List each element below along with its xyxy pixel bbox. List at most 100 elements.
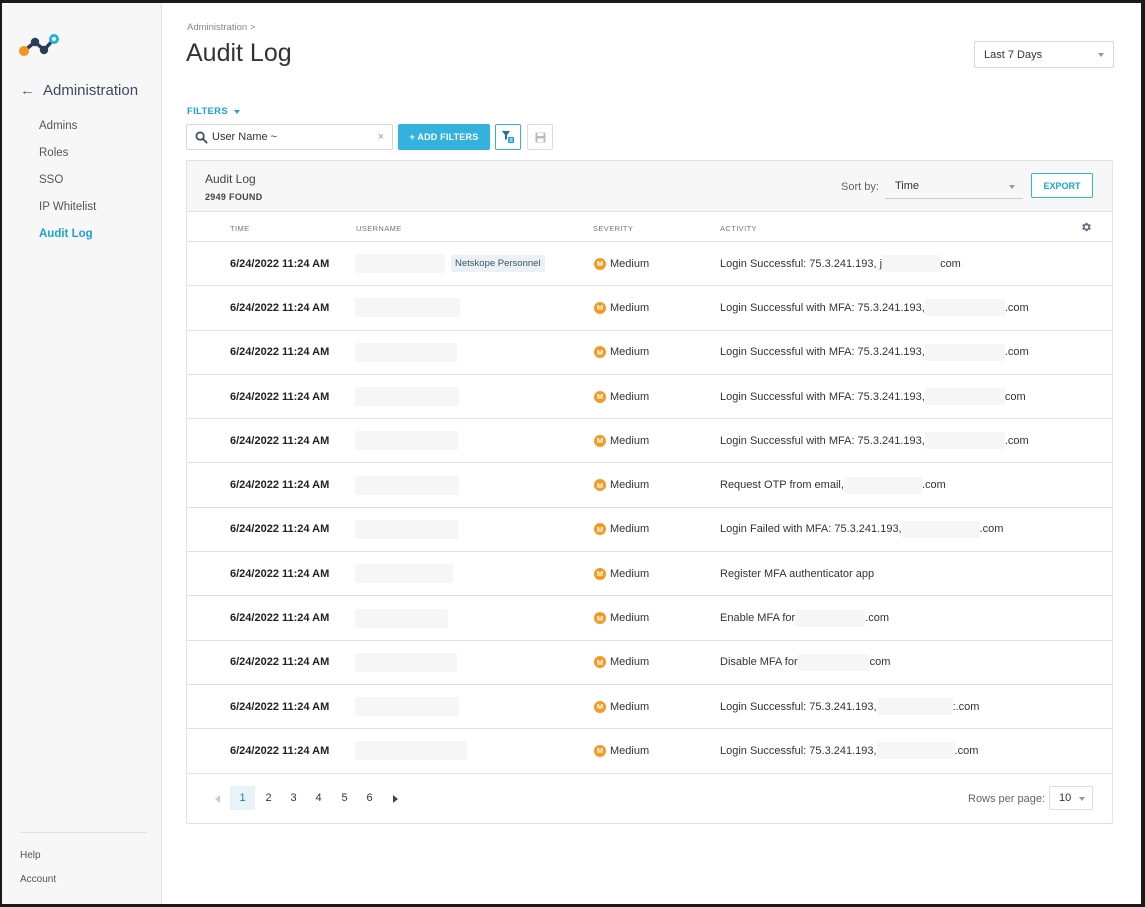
redacted-email (882, 255, 941, 273)
page-3[interactable]: 3 (281, 786, 306, 810)
activity-suffix: .com (1004, 301, 1029, 314)
sidebar-item-ip-whitelist[interactable]: IP Whitelist (39, 200, 96, 227)
filters-label: FILTERS (187, 106, 228, 117)
table-row[interactable]: 6/24/2022 11:24 AM M Medium Enable MFA fo… (187, 596, 1112, 641)
redacted-username (355, 608, 448, 628)
page-6[interactable]: 6 (357, 786, 382, 810)
save-filter-button[interactable] (527, 124, 553, 150)
page-5[interactable]: 5 (332, 786, 357, 810)
row-username (355, 685, 459, 728)
row-severity: M Medium (594, 641, 649, 684)
netskope-logo[interactable] (18, 31, 62, 59)
row-activity: Disable MFA for com (720, 641, 890, 684)
sort-value: Time (895, 180, 920, 192)
date-range-select[interactable]: Last 7 Days (974, 41, 1114, 68)
redacted-username (355, 298, 460, 318)
activity-suffix: .com (954, 744, 979, 757)
table-row[interactable]: 6/24/2022 11:24 AM M Medium Login Success… (187, 685, 1112, 730)
table-row[interactable]: 6/24/2022 11:24 AM M Medium Login Success… (187, 286, 1112, 331)
activity-suffix: com (1004, 390, 1026, 403)
rows-per-page-select[interactable]: 10 (1049, 786, 1093, 810)
sidebar-section-title: Administration (43, 82, 139, 99)
column-header-username[interactable]: USERNAME (356, 224, 402, 233)
row-severity: M Medium (594, 596, 649, 639)
page-1[interactable]: 1 (230, 786, 255, 810)
severity-label: Medium (610, 257, 650, 270)
table-row[interactable]: 6/24/2022 11:24 AM M Medium Register MFA … (187, 552, 1112, 597)
severity-label: Medium (610, 479, 650, 492)
activity-text: Register MFA authenticator app (720, 567, 875, 580)
activity-suffix: .com (865, 612, 890, 625)
arrow-left-icon: ← (20, 82, 35, 99)
filter-value: User Name ~ (212, 131, 278, 143)
rows-per-page-value: 10 (1059, 792, 1072, 804)
sidebar-item-roles[interactable]: Roles (39, 146, 96, 173)
table-row[interactable]: 6/24/2022 11:24 AM M Medium Login Success… (187, 729, 1112, 774)
breadcrumb[interactable]: Administration > (187, 22, 255, 33)
row-activity: Login Successful with MFA: 75.3.241.193,… (720, 419, 1029, 462)
activity-suffix: .com (921, 479, 946, 492)
clear-filter-icon[interactable]: × (378, 131, 384, 143)
redacted-email (924, 343, 1005, 361)
add-filters-button[interactable]: + ADD FILTERS (398, 124, 490, 150)
page-4[interactable]: 4 (306, 786, 331, 810)
row-severity: M Medium (594, 242, 649, 285)
severity-medium-icon: M (594, 390, 606, 403)
activity-suffix: .com (1004, 434, 1029, 447)
sidebar-item-sso[interactable]: SSO (39, 173, 96, 200)
table-row[interactable]: 6/24/2022 11:24 AM M Medium Login Failed … (187, 508, 1112, 553)
username-filter-input[interactable]: User Name ~ × (186, 124, 393, 150)
next-page-icon[interactable] (393, 795, 398, 803)
row-time: 6/24/2022 11:24 AM (230, 257, 330, 270)
main-content: Administration > Audit Log Last 7 Days F… (162, 3, 1141, 904)
previous-page-icon[interactable] (215, 795, 220, 803)
redacted-email (876, 742, 955, 760)
redacted-email (924, 388, 1005, 406)
severity-label: Medium (610, 434, 650, 447)
gear-icon[interactable] (1080, 221, 1092, 233)
page-title: Audit Log (186, 39, 292, 67)
back-to-administration[interactable]: ← Administration (20, 82, 138, 99)
audit-log-header: Audit Log 2949 FOUND Sort by: Time EXPOR… (187, 161, 1112, 212)
table-row[interactable]: 6/24/2022 11:24 AM M Medium Login Success… (187, 419, 1112, 464)
activity-text: Enable MFA for (720, 612, 796, 625)
chevron-down-icon (1009, 185, 1015, 189)
account-link[interactable]: Account (20, 874, 56, 885)
redacted-username (355, 519, 458, 539)
row-username (355, 729, 467, 772)
severity-label: Medium (610, 567, 650, 580)
page-2[interactable]: 2 (256, 786, 281, 810)
column-header-time[interactable]: TIME (230, 224, 250, 233)
table-row[interactable]: 6/24/2022 11:24 AM M Medium Login Success… (187, 375, 1112, 420)
export-button[interactable]: EXPORT (1031, 173, 1093, 198)
row-severity: M Medium (594, 508, 649, 551)
filters-toggle[interactable]: FILTERS (187, 106, 240, 117)
audit-log-card: Audit Log 2949 FOUND Sort by: Time EXPOR… (186, 160, 1113, 824)
filter-list-button[interactable] (495, 124, 521, 150)
severity-label: Medium (610, 346, 650, 359)
save-icon (535, 132, 545, 142)
sidebar-item-audit-log[interactable]: Audit Log (39, 227, 96, 254)
table-row[interactable]: 6/24/2022 11:24 AM M Medium Request OTP f… (187, 463, 1112, 508)
help-link[interactable]: Help (20, 850, 41, 861)
table-row[interactable]: 6/24/2022 11:24 AM Netskope Personnel MM… (187, 242, 1112, 287)
row-severity: M Medium (594, 463, 649, 506)
severity-label: Medium (610, 656, 650, 669)
activity-suffix: :.com (952, 700, 980, 713)
row-severity: M Medium (594, 286, 649, 329)
table-row[interactable]: 6/24/2022 11:24 AM M Medium Login Success… (187, 331, 1112, 375)
column-header-severity[interactable]: SEVERITY (593, 224, 633, 233)
sidebar-item-admins[interactable]: Admins (39, 119, 96, 146)
row-time: 6/24/2022 11:24 AM (230, 390, 330, 403)
redacted-username (355, 387, 459, 407)
severity-medium-icon: M (594, 479, 606, 492)
severity-medium-icon: M (594, 567, 606, 580)
row-severity: M Medium (594, 375, 649, 418)
sort-select[interactable]: Time (885, 174, 1023, 199)
table-row[interactable]: 6/24/2022 11:24 AM M Medium Disable MFA f… (187, 641, 1112, 685)
column-header-activity[interactable]: ACTIVITY (720, 224, 757, 233)
row-time: 6/24/2022 11:24 AM (230, 346, 330, 359)
sidebar-divider (20, 832, 147, 833)
sidebar-nav: Admins Roles SSO IP Whitelist Audit Log (39, 119, 96, 254)
row-time: 6/24/2022 11:24 AM (230, 612, 330, 625)
